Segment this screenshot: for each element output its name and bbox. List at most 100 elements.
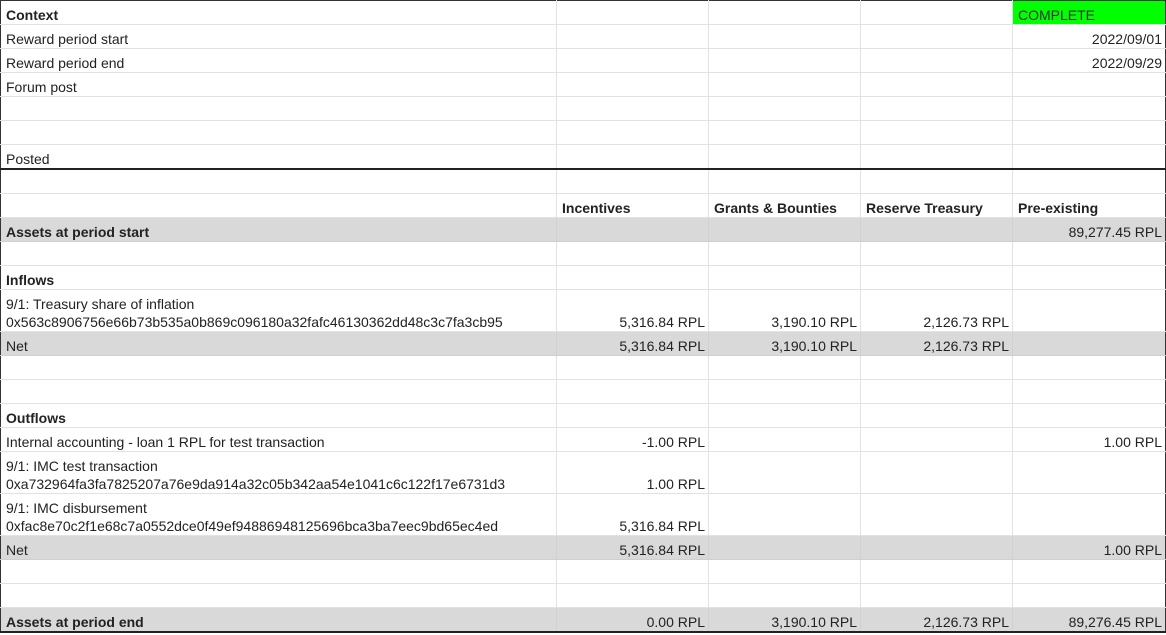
cell[interactable]: [556, 403, 709, 428]
outflow-internal-label[interactable]: Internal accounting - loan 1 RPL for tes…: [0, 427, 557, 452]
cell[interactable]: [556, 583, 709, 608]
context-value[interactable]: 2022/09/29: [1012, 48, 1166, 73]
cell[interactable]: [0, 169, 557, 194]
assets-end-reserve[interactable]: 2,126.73 RPL: [860, 607, 1013, 633]
cell[interactable]: [708, 48, 861, 73]
cell[interactable]: [708, 403, 861, 428]
cell[interactable]: [708, 355, 861, 380]
cell[interactable]: [860, 169, 1013, 194]
cell[interactable]: [860, 96, 1013, 121]
outflows-net-grants[interactable]: [708, 535, 861, 560]
cell[interactable]: [860, 379, 1013, 404]
context-label[interactable]: Posted: [0, 144, 557, 170]
assets-end-label[interactable]: Assets at period end: [0, 607, 557, 633]
cell[interactable]: [1012, 403, 1166, 428]
column-header-grants-bounties[interactable]: Grants & Bounties: [708, 193, 861, 218]
cell[interactable]: [556, 120, 709, 145]
cell[interactable]: [556, 265, 709, 290]
cell[interactable]: [860, 355, 1013, 380]
assets-end-incentives[interactable]: 0.00 RPL: [556, 607, 709, 633]
outflow-pre-existing[interactable]: [1012, 493, 1166, 536]
outflow-description[interactable]: 9/1: IMC disbursement 0xfac8e70c2f1e68c7…: [0, 493, 557, 536]
assets-start-pre-existing[interactable]: 89,277.45 RPL: [1012, 217, 1166, 242]
context-value[interactable]: [1012, 96, 1166, 121]
cell[interactable]: [860, 120, 1013, 145]
context-value[interactable]: 2022/09/01: [1012, 24, 1166, 49]
inflow-description[interactable]: 9/1: Treasury share of inflation 0x563c8…: [0, 289, 557, 332]
cell[interactable]: [0, 559, 557, 584]
outflow-incentives[interactable]: 1.00 RPL: [556, 451, 709, 494]
context-title[interactable]: Context: [0, 0, 557, 25]
cell[interactable]: [708, 144, 861, 170]
inflows-net-label[interactable]: Net: [0, 331, 557, 356]
context-value[interactable]: [1012, 144, 1166, 170]
cell[interactable]: [556, 355, 709, 380]
cell[interactable]: [860, 559, 1013, 584]
outflows-net-pre-existing[interactable]: 1.00 RPL: [1012, 535, 1166, 560]
cell[interactable]: [556, 241, 709, 266]
cell[interactable]: [556, 96, 709, 121]
outflow-pre-existing[interactable]: [1012, 451, 1166, 494]
cell[interactable]: [0, 193, 557, 218]
outflows-net-incentives[interactable]: 5,316.84 RPL: [556, 535, 709, 560]
cell[interactable]: [0, 379, 557, 404]
context-value[interactable]: [1012, 120, 1166, 145]
cell[interactable]: [860, 24, 1013, 49]
cell[interactable]: [0, 355, 557, 380]
cell[interactable]: [708, 169, 861, 194]
inflows-net-reserve[interactable]: 2,126.73 RPL: [860, 331, 1013, 356]
cell[interactable]: [0, 583, 557, 608]
outflow-reserve[interactable]: [860, 493, 1013, 536]
cell[interactable]: [556, 559, 709, 584]
cell[interactable]: [556, 379, 709, 404]
context-label[interactable]: Reward period start: [0, 24, 557, 49]
cell[interactable]: [708, 559, 861, 584]
cell[interactable]: [1012, 169, 1166, 194]
cell[interactable]: [0, 241, 557, 266]
cell[interactable]: [1012, 265, 1166, 290]
cell[interactable]: [1012, 583, 1166, 608]
cell[interactable]: [860, 241, 1013, 266]
cell[interactable]: [708, 24, 861, 49]
assets-start-reserve[interactable]: [860, 217, 1013, 242]
context-label[interactable]: [0, 120, 557, 145]
assets-start-grants[interactable]: [708, 217, 861, 242]
inflow-incentives[interactable]: 5,316.84 RPL: [556, 289, 709, 332]
context-value[interactable]: [1012, 72, 1166, 97]
cell[interactable]: [708, 120, 861, 145]
outflows-title[interactable]: Outflows: [0, 403, 557, 428]
cell[interactable]: [1012, 355, 1166, 380]
cell[interactable]: [1012, 241, 1166, 266]
cell[interactable]: [708, 583, 861, 608]
outflow-internal-incentives[interactable]: -1.00 RPL: [556, 427, 709, 452]
cell[interactable]: [860, 583, 1013, 608]
cell[interactable]: [860, 403, 1013, 428]
cell[interactable]: [708, 0, 861, 25]
inflow-pre-existing[interactable]: [1012, 289, 1166, 332]
assets-end-pre-existing[interactable]: 89,276.45 RPL: [1012, 607, 1166, 633]
cell[interactable]: [708, 72, 861, 97]
cell[interactable]: [708, 96, 861, 121]
cell[interactable]: [860, 48, 1013, 73]
outflow-incentives[interactable]: 5,316.84 RPL: [556, 493, 709, 536]
inflow-reserve[interactable]: 2,126.73 RPL: [860, 289, 1013, 332]
context-label[interactable]: [0, 96, 557, 121]
inflows-net-grants[interactable]: 3,190.10 RPL: [708, 331, 861, 356]
outflow-internal-grants[interactable]: [708, 427, 861, 452]
assets-end-grants[interactable]: 3,190.10 RPL: [708, 607, 861, 633]
cell[interactable]: [708, 265, 861, 290]
cell[interactable]: [1012, 379, 1166, 404]
cell[interactable]: [556, 24, 709, 49]
outflow-internal-pre-existing[interactable]: 1.00 RPL: [1012, 427, 1166, 452]
outflow-reserve[interactable]: [860, 451, 1013, 494]
context-label[interactable]: Reward period end: [0, 48, 557, 73]
cell[interactable]: [556, 169, 709, 194]
outflows-net-reserve[interactable]: [860, 535, 1013, 560]
cell[interactable]: [708, 379, 861, 404]
inflows-net-incentives[interactable]: 5,316.84 RPL: [556, 331, 709, 356]
column-header-incentives[interactable]: Incentives: [556, 193, 709, 218]
inflow-grants[interactable]: 3,190.10 RPL: [708, 289, 861, 332]
column-header-pre-existing[interactable]: Pre-existing: [1012, 193, 1166, 218]
column-header-reserve-treasury[interactable]: Reserve Treasury: [860, 193, 1013, 218]
cell[interactable]: [556, 48, 709, 73]
